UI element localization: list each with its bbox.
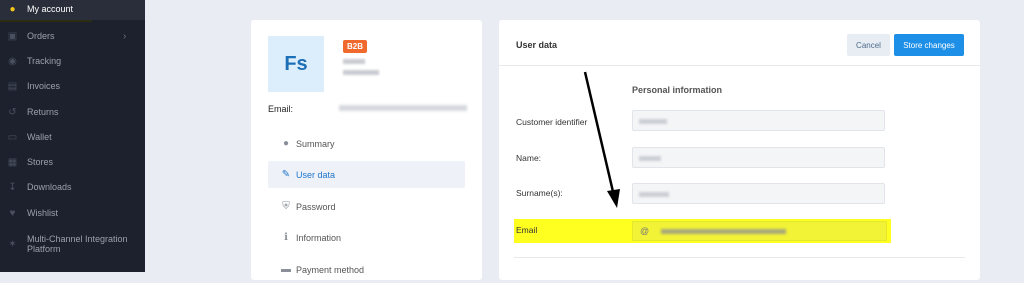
menu-item-information[interactable]: ℹ Information xyxy=(268,224,465,251)
profile-card: Fs B2B Email: ● Summary ✎ User data ⛨ Pa… xyxy=(251,20,482,280)
sidebar: ● My account ▣ Orders › ◉ Tracking ▤ Inv… xyxy=(0,0,145,272)
at-icon: @ xyxy=(640,226,650,236)
name-label: Name: xyxy=(516,153,542,163)
menu-item-label: Summary xyxy=(296,138,335,149)
sidebar-item-label: Downloads xyxy=(27,182,72,192)
email-row-highlight: Email @ xyxy=(514,219,891,243)
user-data-card: User data Cancel Store changes Personal … xyxy=(499,20,980,280)
sidebar-item-label: Wallet xyxy=(27,132,52,142)
section-title: Personal information xyxy=(632,85,723,95)
customer-identifier-label: Customer identifier xyxy=(516,117,588,127)
chevron-right-icon: › xyxy=(123,30,127,42)
menu-item-label: Payment method xyxy=(296,264,365,275)
heart-icon: ♥ xyxy=(9,207,16,219)
box-icon: ▣ xyxy=(7,30,18,42)
edit-icon: ✎ xyxy=(281,169,291,180)
card-title: User data xyxy=(516,40,558,50)
sidebar-item-label: My account xyxy=(27,4,74,14)
sidebar-item-label: Wishlist xyxy=(27,208,58,218)
email-label: Email xyxy=(516,225,538,235)
download-icon: ↧ xyxy=(8,181,17,193)
redacted-email xyxy=(339,105,467,111)
sidebar-item-label: Orders xyxy=(27,31,55,41)
redacted-value xyxy=(639,156,661,161)
user-icon: ● xyxy=(9,3,16,15)
sidebar-item-tracking[interactable]: ◉ Tracking xyxy=(0,50,145,72)
wallet-icon: ▭ xyxy=(7,131,18,143)
sidebar-item-label: Tracking xyxy=(27,56,62,66)
redacted-value xyxy=(639,119,667,124)
menu-item-label: Password xyxy=(296,201,336,212)
menu-item-password[interactable]: ⛨ Password xyxy=(268,193,465,220)
invoice-icon: ▤ xyxy=(7,80,18,92)
store-icon: ▦ xyxy=(7,156,18,168)
sidebar-item-orders[interactable]: ▣ Orders › xyxy=(0,25,145,47)
menu-item-user-data[interactable]: ✎ User data xyxy=(268,161,465,188)
sidebar-item-label: Stores xyxy=(27,157,54,167)
b2b-badge: B2B xyxy=(343,40,368,53)
surname-field[interactable] xyxy=(632,183,885,204)
customer-identifier-field[interactable] xyxy=(632,110,885,131)
redacted-value xyxy=(639,192,669,197)
sidebar-item-label: Returns xyxy=(27,107,59,117)
sidebar-item-wallet[interactable]: ▭ Wallet xyxy=(0,126,145,148)
email-label: Email: xyxy=(268,104,294,114)
sidebar-item-label: Invoices xyxy=(27,81,61,91)
cancel-button[interactable]: Cancel xyxy=(847,34,890,56)
sidebar-item-downloads[interactable]: ↧ Downloads xyxy=(0,176,145,198)
network-icon: ✶ xyxy=(8,238,17,250)
menu-item-label: Information xyxy=(296,232,342,243)
sidebar-item-stores[interactable]: ▦ Stores xyxy=(0,151,145,173)
sidebar-item-multichannel[interactable]: ✶ Multi-Channel Integration Platform xyxy=(0,232,145,256)
menu-item-summary[interactable]: ● Summary xyxy=(268,130,465,157)
menu-item-label: User data xyxy=(296,169,336,180)
returns-icon: ↺ xyxy=(8,106,17,118)
menu-item-payment-method[interactable]: ▬ Payment method xyxy=(268,256,465,283)
redacted-name xyxy=(343,59,365,64)
shield-icon: ⛨ xyxy=(282,201,290,212)
info-icon: ℹ xyxy=(284,232,288,243)
sidebar-item-my-account[interactable]: ● My account xyxy=(0,0,145,20)
avatar: Fs xyxy=(268,36,324,92)
name-field[interactable] xyxy=(632,147,885,168)
surname-label: Surname(s): xyxy=(516,188,563,198)
divider xyxy=(514,257,965,258)
card-icon: ▬ xyxy=(281,264,291,275)
store-changes-button[interactable]: Store changes xyxy=(894,34,964,56)
redacted-email xyxy=(661,229,786,234)
sidebar-item-invoices[interactable]: ▤ Invoices xyxy=(0,75,145,97)
location-icon: ◉ xyxy=(8,55,17,67)
user-icon: ● xyxy=(282,138,290,149)
sidebar-item-label: Multi-Channel Integration Platform xyxy=(27,234,128,254)
redacted-id xyxy=(343,70,379,75)
sidebar-item-returns[interactable]: ↺ Returns xyxy=(0,101,145,123)
sidebar-item-wishlist[interactable]: ♥ Wishlist xyxy=(0,202,145,224)
email-field[interactable]: @ xyxy=(632,221,887,241)
divider xyxy=(499,65,980,66)
